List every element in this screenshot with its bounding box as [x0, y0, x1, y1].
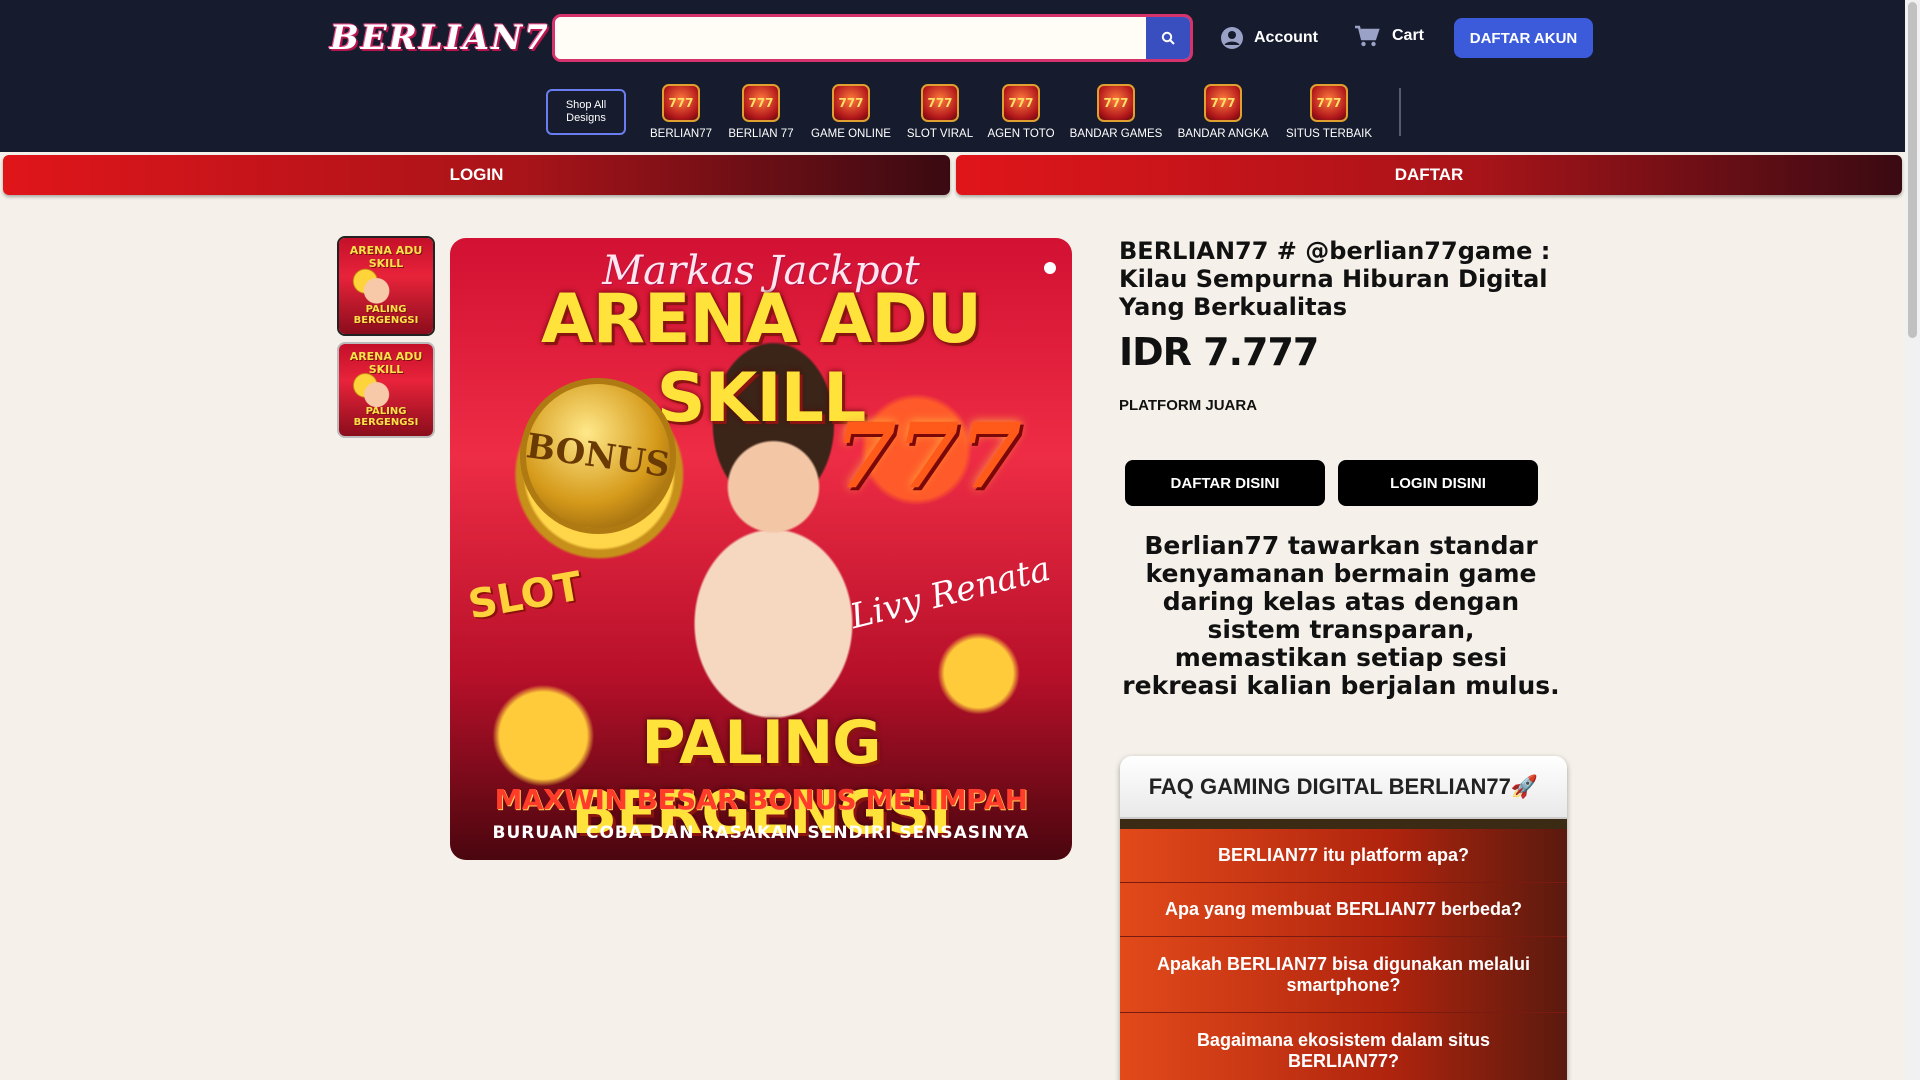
nav-divider	[1399, 88, 1401, 136]
search-icon	[1161, 31, 1175, 45]
banner-subtitle: MAXWIN BESAR BONUS MELIMPAH	[494, 783, 1028, 816]
777-icon: 777	[1310, 84, 1348, 122]
category-bandar-angka[interactable]: 777 BANDAR ANGKA	[1168, 84, 1278, 144]
shop-all-designs-button[interactable]: Shop All Designs	[546, 89, 626, 135]
777-icon: 777	[921, 84, 959, 122]
banner-777-graphic: 777	[834, 403, 1022, 509]
category-label: SLOT VIRAL	[906, 128, 974, 140]
account-link[interactable]: Account	[1220, 24, 1318, 52]
category-label: BANDAR ANGKA	[1177, 128, 1269, 140]
product-title: BERLIAN77 # @berlian77game : Kilau Sempu…	[1119, 237, 1551, 321]
category-label: BERLIAN 77	[728, 128, 794, 140]
thumbnail-image: ARENA ADU SKILL PALING BERGENGSI	[339, 238, 433, 334]
thumbnail-image: ARENA ADU SKILL PALING BERGENGSI	[339, 344, 433, 436]
faq-item[interactable]: BERLIAN77 itu platform apa?	[1120, 829, 1567, 883]
category-nav: 777 BERLIAN77 777 BERLIAN 77 777 GAME ON…	[640, 84, 1380, 144]
banner-signature: Livy Renata	[845, 548, 1054, 638]
777-icon: 777	[832, 84, 870, 122]
category-agen-toto[interactable]: 777 AGEN TOTO	[978, 84, 1064, 144]
product-description: Berlian77 tawarkan standar kenyamanan be…	[1122, 531, 1560, 700]
category-berlian77[interactable]: 777 BERLIAN77	[640, 84, 722, 144]
product-platform: PLATFORM JUARA	[1119, 397, 1258, 414]
category-label: AGEN TOTO	[987, 128, 1055, 140]
product-price: IDR 7.777	[1119, 330, 1319, 374]
page-scrollbar-thumb[interactable]	[1908, 2, 1917, 338]
coin-label: BONUS	[523, 426, 673, 486]
cart-icon	[1355, 25, 1380, 47]
login-bar-button[interactable]: LOGIN	[3, 155, 950, 195]
product-thumbnail-2[interactable]: ARENA ADU SKILL PALING BERGENGSI	[337, 342, 435, 438]
category-label: BERLIAN77	[649, 128, 712, 140]
login-disini-button[interactable]: LOGIN DISINI	[1338, 460, 1538, 506]
category-situs-terbaik[interactable]: 777 SITUS TERBAIK	[1278, 84, 1380, 144]
daftar-bar-button[interactable]: DAFTAR	[956, 155, 1902, 195]
faq-item[interactable]: Apa yang membuat BERLIAN77 berbeda?	[1120, 883, 1567, 937]
faq-divider	[1120, 819, 1567, 829]
category-bandar-games[interactable]: 777 BANDAR GAMES	[1064, 84, 1168, 144]
777-icon: 777	[662, 84, 700, 122]
product-thumbnail-1[interactable]: ARENA ADU SKILL PALING BERGENGSI	[337, 236, 435, 336]
category-label: SITUS TERBAIK	[1285, 128, 1373, 140]
banner-slot-text: SLOT	[464, 563, 586, 629]
category-label: GAME ONLINE	[811, 128, 891, 140]
thumbnail-subtitle: PALING BERGENGSI	[353, 406, 419, 428]
product-main-image[interactable]: Markas Jackpot ARENA ADU SKILL BONUS 777…	[450, 238, 1072, 860]
faq-item[interactable]: Apakah BERLIAN77 bisa digunakan melalui …	[1120, 937, 1567, 1013]
faq-panel: FAQ GAMING DIGITAL BERLIAN77🚀 BERLIAN77 …	[1120, 756, 1567, 1080]
banner-art: Markas Jackpot ARENA ADU SKILL BONUS 777…	[450, 238, 1072, 860]
thumbnail-title: ARENA ADU SKILL	[349, 350, 423, 376]
search-input[interactable]	[555, 17, 1146, 59]
cart-label: Cart	[1392, 27, 1425, 44]
category-slot-viral[interactable]: 777 SLOT VIRAL	[902, 84, 978, 144]
thumbnail-title: ARENA ADU SKILL	[349, 244, 423, 270]
cart-link[interactable]: Cart	[1354, 22, 1424, 50]
777-icon: 777	[1097, 84, 1135, 122]
user-icon	[1221, 27, 1243, 49]
search-bar	[552, 14, 1193, 62]
thumbnail-subtitle: PALING BERGENGSI	[353, 304, 419, 326]
site-header: BERLIAN77 Account Cart DAFTAR AKUN Shop …	[0, 0, 1905, 152]
daftar-disini-button[interactable]: DAFTAR DISINI	[1125, 460, 1325, 506]
register-account-button[interactable]: DAFTAR AKUN	[1454, 18, 1593, 58]
777-icon: 777	[1204, 84, 1242, 122]
faq-title: FAQ GAMING DIGITAL BERLIAN77🚀	[1120, 756, 1567, 819]
category-label: BANDAR GAMES	[1069, 128, 1163, 140]
search-button[interactable]	[1146, 17, 1190, 59]
banner-tagline: BURUAN COBA DAN RASAKAN SENDIRI SENSASIN…	[492, 823, 1030, 843]
777-icon: 777	[1002, 84, 1040, 122]
category-berlian-77[interactable]: 777 BERLIAN 77	[722, 84, 800, 144]
carousel-dot[interactable]	[1044, 262, 1056, 274]
site-logo[interactable]: BERLIAN77	[330, 18, 576, 58]
777-icon: 777	[742, 84, 780, 122]
faq-item[interactable]: Bagaimana ekosistem dalam situs BERLIAN7…	[1120, 1013, 1567, 1080]
account-label: Account	[1254, 29, 1318, 46]
category-game-online[interactable]: 777 GAME ONLINE	[800, 84, 902, 144]
